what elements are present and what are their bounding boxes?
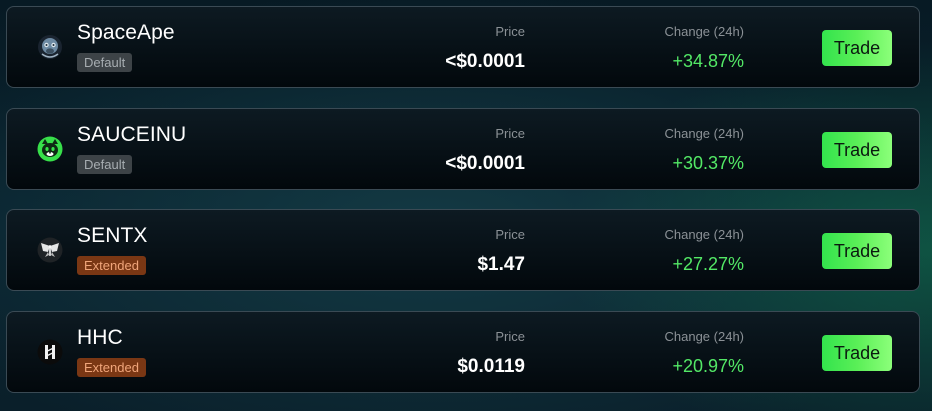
token-name: HHC [77,326,123,349]
token-row-spaceape: SpaceApe Default Price Change (24h) <$0.… [6,6,920,88]
ape-icon [37,34,63,60]
trade-button[interactable]: Trade [822,30,892,66]
token-name: SpaceApe [77,21,175,44]
token-name: SAUCEINU [77,123,187,146]
token-name: SENTX [77,224,148,247]
trade-button[interactable]: Trade [822,335,892,371]
trade-button[interactable]: Trade [822,132,892,168]
token-row-sauceinu: SAUCEINU Default Price Change (24h) <$0.… [6,108,920,190]
change-label: Change (24h) [664,126,745,141]
price-value: <$0.0001 [445,51,525,72]
token-badge: Extended [77,256,146,275]
trade-button[interactable]: Trade [822,233,892,269]
change-label: Change (24h) [664,227,745,242]
token-badge: Extended [77,358,146,377]
token-row-sentx: SENTX Extended Price Change (24h) $1.47 … [6,209,920,291]
price-value: $0.0119 [457,356,525,377]
price-label: Price [495,329,525,344]
change-value: +20.97% [672,356,744,376]
hhc-logo-icon [37,339,63,365]
price-label: Price [495,126,525,141]
token-badge: Default [77,155,133,174]
change-value: +34.87% [672,51,744,71]
price-value: $1.47 [477,254,525,275]
price-value: <$0.0001 [445,153,525,174]
price-label: Price [495,227,525,242]
change-label: Change (24h) [664,329,745,344]
change-value: +30.37% [672,153,744,173]
change-value: +27.27% [672,254,744,274]
price-label: Price [495,24,525,39]
cat-icon [37,136,63,162]
moth-icon [37,237,63,263]
change-label: Change (24h) [664,24,745,39]
token-badge: Default [77,53,133,72]
token-row-hhc: HHC Extended Price Change (24h) $0.0119 … [6,311,920,393]
